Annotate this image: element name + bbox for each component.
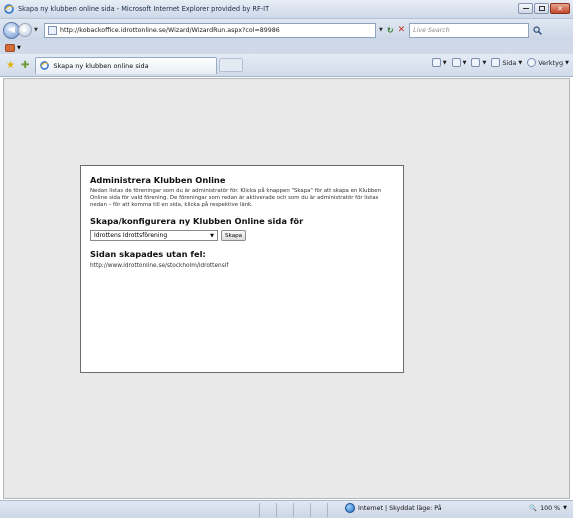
security-zone[interactable]: Internet | Skyddat läge: På <box>345 503 442 513</box>
create-button[interactable]: Skapa <box>221 230 247 241</box>
page-menu-icon <box>491 58 501 67</box>
chevron-down-icon: ▼ <box>210 232 214 239</box>
status-bar: Internet | Skyddat läge: På 🔍 100 % ▼ <box>0 500 573 518</box>
feeds-icon <box>451 58 461 67</box>
feeds-button[interactable]: ▼ <box>451 58 467 67</box>
stop-icon[interactable]: ✕ <box>398 25 406 35</box>
forward-button[interactable]: ▶ <box>18 23 32 37</box>
window-titlebar: Skapa ny klubben online sida - Microsoft… <box>0 0 573 19</box>
create-form: Idrottens Idrottsförening ▼ Skapa <box>90 230 394 241</box>
tab-current[interactable]: Skapa ny klubben online sida <box>35 56 218 74</box>
minimize-button[interactable] <box>518 3 533 14</box>
minimize-icon <box>522 8 529 9</box>
print-icon <box>471 58 481 67</box>
navigation-bar: ◀ ▶ ▼ http://kobackoffice.idrottonline.s… <box>0 19 573 41</box>
status-segment <box>260 502 277 517</box>
window-title: Skapa ny klubben online sida - Microsoft… <box>18 5 270 13</box>
address-input[interactable]: http://kobackoffice.idrottonline.se/Wiza… <box>44 22 376 38</box>
zoom-control[interactable]: 🔍 100 % ▼ <box>529 504 567 513</box>
admin-panel: Administrera Klubben Online Nedan listas… <box>80 165 404 373</box>
gear-icon <box>527 58 537 67</box>
home-button[interactable]: ▼ <box>431 58 447 67</box>
page-menu-label: Sida <box>502 58 517 67</box>
ie-logo-icon <box>4 4 14 14</box>
security-zone-label: Internet | Skyddat läge: På <box>358 504 442 512</box>
add-favorites-icon[interactable]: ✚ <box>21 60 29 71</box>
toolbar-icon[interactable] <box>5 43 15 52</box>
panel-heading: Administrera Klubben Online <box>90 175 226 185</box>
page-menu[interactable]: Sida ▼ <box>491 58 522 67</box>
feeds-dropdown-icon: ▼ <box>462 59 467 66</box>
panel-intro: Nedan listas de föreningar som du är adm… <box>90 188 382 208</box>
tab-bar: ★ ✚ Skapa ny klubben online sida ▼ ▼ ▼ S… <box>0 54 573 77</box>
result-heading: Sidan skapades utan fel: <box>90 249 206 259</box>
ie-page-icon <box>40 61 50 70</box>
command-bar: ▼ ▼ ▼ Sida ▼ Verktyg ▼ <box>431 58 569 67</box>
new-tab-button[interactable] <box>219 58 244 72</box>
tools-menu[interactable]: Verktyg ▼ <box>527 58 569 67</box>
create-heading: Skapa/konfigurera ny Klubben Online sida… <box>90 216 304 226</box>
page-content: Administrera Klubben Online Nedan listas… <box>3 78 570 499</box>
club-select-value: Idrottens Idrottsförening <box>94 232 168 239</box>
search-placeholder: Live Search <box>413 26 450 34</box>
forward-arrow-icon: ▶ <box>22 26 28 34</box>
maximize-icon <box>538 6 545 11</box>
status-segment <box>294 502 311 517</box>
club-select[interactable]: Idrottens Idrottsförening ▼ <box>90 230 218 241</box>
search-button[interactable] <box>531 24 543 36</box>
globe-icon <box>345 503 355 513</box>
address-url: http://kobackoffice.idrottonline.se/Wiza… <box>60 26 280 34</box>
tab-title: Skapa ny klubben online sida <box>53 61 149 70</box>
zoom-level: 100 % <box>540 504 561 512</box>
search-icon <box>533 25 542 35</box>
close-button[interactable]: ✕ <box>550 3 570 14</box>
page-icon <box>48 25 57 35</box>
print-button[interactable]: ▼ <box>471 58 486 67</box>
page-menu-dropdown-icon: ▼ <box>518 59 523 66</box>
recent-pages-dropdown-icon[interactable]: ▼ <box>34 27 41 33</box>
close-icon: ✕ <box>557 4 563 13</box>
tools-menu-dropdown-icon: ▼ <box>565 59 569 66</box>
address-dropdown-icon[interactable]: ▼ <box>379 27 383 33</box>
status-segment <box>311 502 328 517</box>
result-url: http://www.idrottonline.se/stockholm/idr… <box>90 263 229 269</box>
back-arrow-icon: ◀ <box>8 25 15 35</box>
print-dropdown-icon: ▼ <box>482 59 487 66</box>
favorites-star-icon[interactable]: ★ <box>6 60 15 71</box>
home-icon <box>431 58 441 67</box>
refresh-icon[interactable]: ↻ <box>387 26 394 35</box>
toolbar-row: ▼ <box>0 41 573 54</box>
toolbar-dropdown-icon[interactable]: ▼ <box>17 45 21 51</box>
search-input[interactable]: Live Search <box>409 22 530 38</box>
home-dropdown-icon: ▼ <box>442 59 447 66</box>
status-segment <box>0 502 260 517</box>
window-controls: ✕ <box>518 3 570 14</box>
maximize-button[interactable] <box>534 3 549 14</box>
zoom-dropdown-icon: ▼ <box>563 505 567 511</box>
zoom-icon: 🔍 <box>529 505 538 512</box>
status-segment <box>277 502 294 517</box>
address-tools: ▼ ↻ ✕ <box>379 25 405 35</box>
tools-menu-label: Verktyg <box>538 58 564 67</box>
